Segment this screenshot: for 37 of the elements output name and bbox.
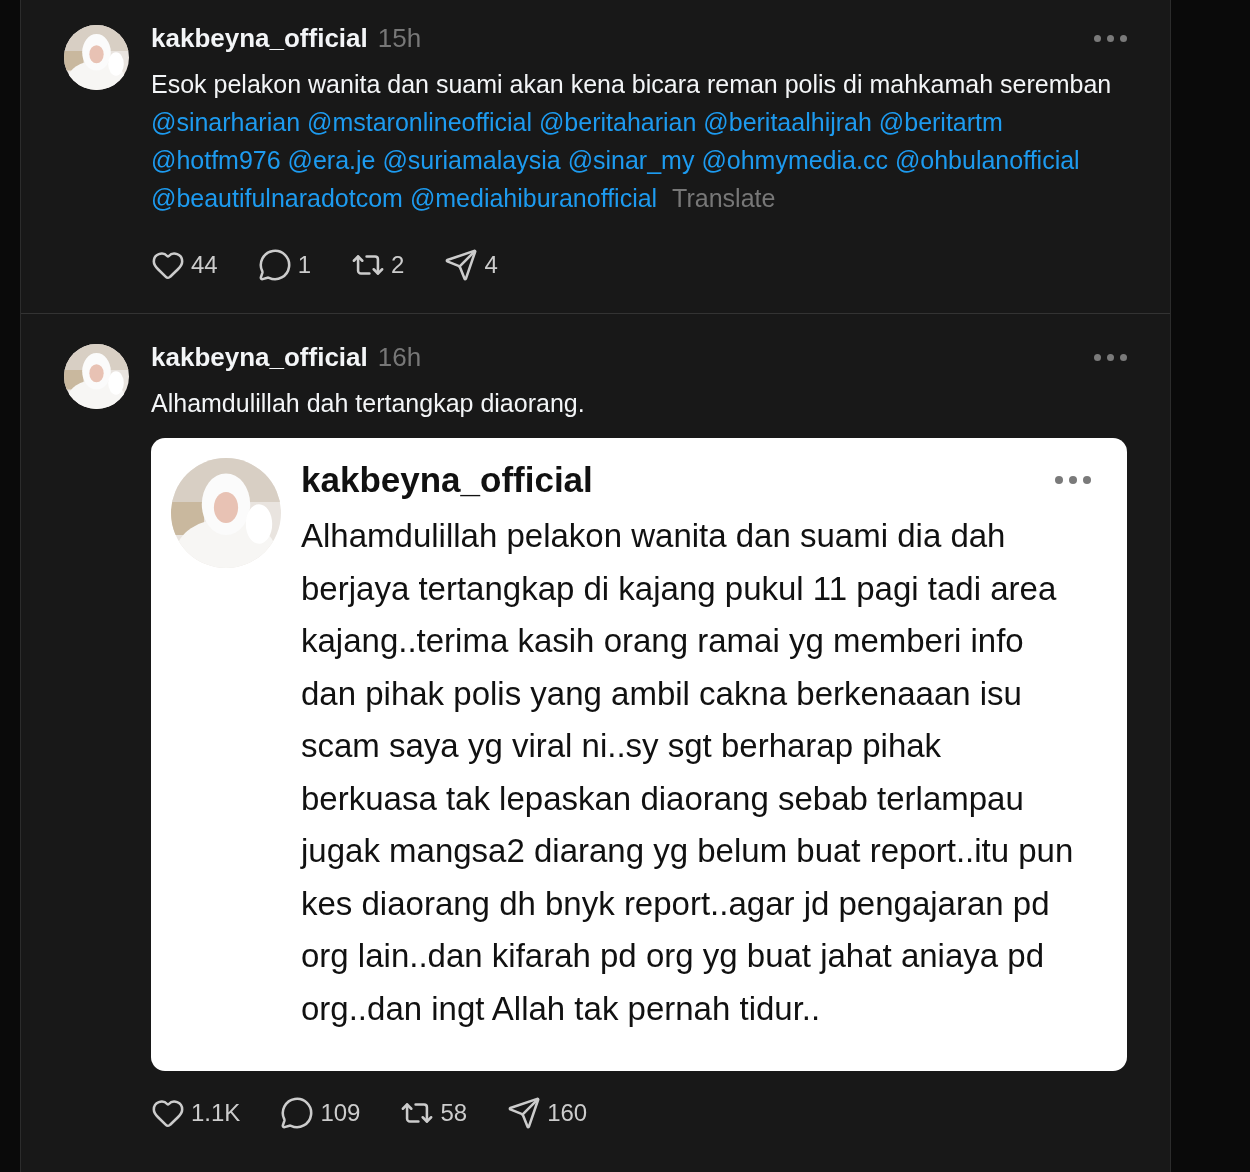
action-count: 58 — [440, 1098, 468, 1128]
post-text: Alhamdulillah dah tertangkap diaorang. — [151, 388, 586, 419]
more-options-icon[interactable] — [1094, 34, 1127, 42]
mention-link[interactable]: @beritaalhijrah — [703, 108, 872, 136]
action-count: 1 — [297, 250, 312, 280]
action-count: 2 — [391, 250, 405, 280]
action-count: 160 — [547, 1098, 588, 1128]
action-count: 4 — [484, 250, 498, 280]
username[interactable]: kakbeyna_official — [151, 18, 368, 58]
username: kakbeyna_official — [301, 458, 593, 501]
post-time: 15h — [377, 21, 422, 55]
mention-link[interactable]: @beritaharian — [539, 108, 697, 136]
mention-link[interactable]: @suriamalaysia — [382, 146, 561, 174]
more-options-icon[interactable] — [1055, 476, 1091, 484]
post-time: 16h — [377, 340, 422, 374]
action-count: 1.1K — [191, 1098, 241, 1128]
username[interactable]: kakbeyna_official — [151, 337, 368, 377]
post-text: Esok pelakon wanita dan suami akan kena bicara reman polis di mahkamah seremban @sinarharian @mstaronlineofficial @beritaharian @beritaalhijrah @beritartm @hotfm976 @era.je @suriamalaysia @sinar_my @ohmymedia.cc @ohbulanofficial @beautifulnaradotcom @mediahiburanofficial Translate — [151, 69, 1113, 214]
screenshot-text: Alhamdulillah pelakon wanita dan suami dia dah berjaya tertangkap di kajang pukul 11 pagi tadi area kajang..terima kasih orang ramai yg memberi info dan pihak polis yang ambil cakna berkenaaan isu scam saya yg viral ni..sy sgt berharap pihak berkuasa tak lepaskan diaorang sebab terlampau jugak mangsa2 diarang yg belum buat report..itu pun kes diaorang dh bnyk report..agar jd pengajaran pd org lain..dan kifarah pd org yg buat jahat aniaya pd org..dan ingt Allah tak pernah tidur.. — [301, 516, 1075, 1029]
translate-link[interactable]: Translate — [672, 184, 776, 212]
mention-link[interactable]: @beautifulnaradotcom — [151, 184, 403, 212]
action-count: 44 — [191, 250, 218, 280]
mention-link[interactable]: @ohbulanofficial — [894, 146, 1080, 174]
send-icon[interactable] — [444, 248, 479, 282]
mention-link[interactable]: @sinar_my — [567, 146, 695, 174]
mention-link[interactable]: @era.je — [287, 146, 376, 174]
more-options-icon[interactable] — [1094, 353, 1127, 361]
send-icon[interactable] — [507, 1096, 542, 1130]
mention-link[interactable]: @mediahiburanofficial — [409, 184, 658, 212]
mention-link[interactable]: @sinarharian — [151, 108, 301, 136]
mention-link[interactable]: @mstaronlineofficial — [307, 108, 533, 136]
mention-link[interactable]: @hotfm976 — [151, 146, 281, 174]
speech-bubble-icon[interactable] — [257, 248, 292, 282]
speech-bubble-icon[interactable] — [280, 1096, 315, 1130]
mention-link[interactable]: @ohmymedia.cc — [701, 146, 888, 174]
action-count: 109 — [320, 1098, 361, 1128]
mention-link[interactable]: @beritartm — [878, 108, 1003, 136]
